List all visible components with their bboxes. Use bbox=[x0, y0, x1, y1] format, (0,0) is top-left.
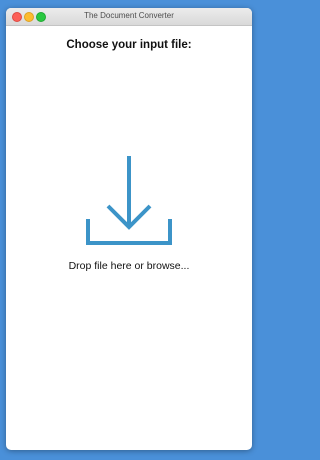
drop-file-label[interactable]: Drop file here or browse... bbox=[36, 260, 222, 272]
app-window: The Document Converter Choose your input… bbox=[6, 8, 252, 450]
page-heading: Choose your input file: bbox=[66, 39, 192, 51]
download-arrow-icon bbox=[86, 156, 172, 245]
window-title: The Document Converter bbox=[84, 11, 174, 20]
title-bar[interactable]: The Document Converter bbox=[6, 8, 252, 26]
file-drop-zone[interactable]: Drop file here or browse... bbox=[36, 148, 222, 288]
